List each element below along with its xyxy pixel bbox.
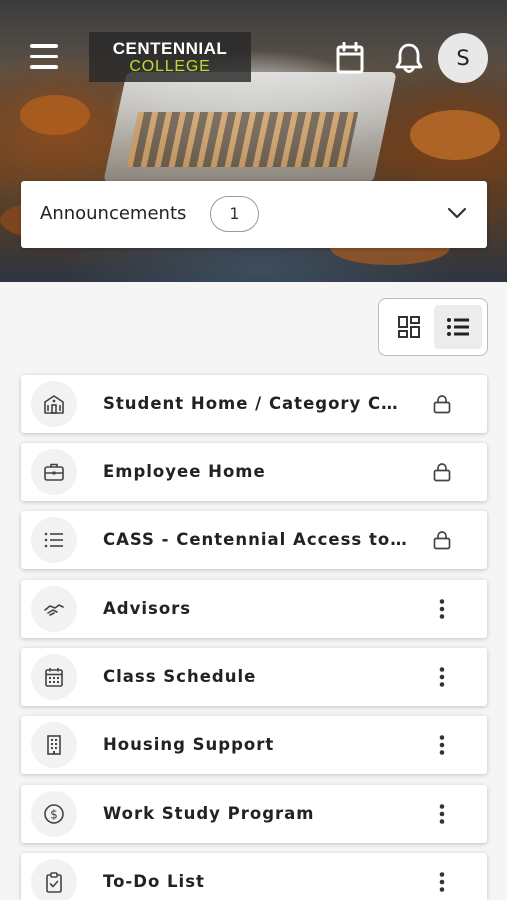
more-options-button[interactable] (425, 865, 459, 899)
card-icon-wrap (31, 859, 77, 900)
card-housing-support[interactable]: Housing Support (21, 716, 487, 774)
clipboard-icon (46, 872, 62, 893)
card-title: Class Schedule (103, 667, 257, 686)
more-options-button[interactable] (425, 660, 459, 694)
svg-text:$: $ (50, 808, 58, 822)
card-icon-wrap (31, 654, 77, 700)
menu-icon (30, 44, 60, 69)
card-title: Employee Home (103, 462, 266, 481)
briefcase-icon (44, 463, 64, 481)
lock-indicator (425, 523, 459, 557)
lock-indicator (425, 455, 459, 489)
card-icon-wrap (31, 722, 77, 768)
card-to-do-list[interactable]: To-Do List (21, 853, 487, 900)
user-avatar[interactable]: S (438, 33, 488, 83)
list-view-button[interactable] (434, 305, 482, 349)
card-title: CASS - Centennial Access to Student Serv… (103, 530, 409, 549)
announcements-count-badge: 1 (210, 196, 259, 232)
school-icon (44, 395, 64, 414)
calendar-icon (45, 668, 63, 687)
card-icon-wrap (31, 586, 77, 632)
card-title: To-Do List (103, 872, 205, 891)
dollar-icon: $ (44, 804, 64, 824)
card-title: Advisors (103, 599, 192, 618)
list-icon (44, 532, 63, 548)
logo-line1: CENTENNIAL (112, 39, 228, 58)
more-vertical-icon (439, 804, 445, 824)
list-view-icon (447, 318, 469, 336)
card-icon-wrap (31, 449, 77, 495)
card-icon-wrap (31, 517, 77, 563)
chevron-down-icon (447, 207, 467, 219)
notifications-button[interactable] (394, 42, 424, 74)
card-employee-home[interactable]: Employee Home (21, 443, 487, 501)
view-toggle (378, 298, 488, 356)
card-student-home[interactable]: Student Home / Category Card (21, 375, 487, 433)
announcements-label: Announcements (40, 203, 187, 224)
grid-view-button[interactable] (385, 305, 433, 349)
card-work-study-program[interactable]: $ Work Study Program (21, 785, 487, 843)
lock-icon (433, 531, 451, 550)
announcements-panel[interactable]: Announcements 1 (21, 181, 487, 248)
calendar-button[interactable] (336, 41, 364, 74)
grid-view-icon (398, 316, 420, 338)
card-advisors[interactable]: Advisors (21, 580, 487, 638)
more-vertical-icon (439, 872, 445, 892)
card-icon-wrap: $ (31, 791, 77, 837)
more-vertical-icon (439, 667, 445, 687)
handshake-icon (44, 604, 64, 616)
more-options-button[interactable] (425, 797, 459, 831)
card-title: Housing Support (103, 735, 275, 754)
lock-indicator (425, 387, 459, 421)
card-icon-wrap (31, 381, 77, 427)
top-bar: CENTENNIAL COLLEGE S (0, 0, 507, 120)
card-title: Student Home / Category Card (103, 394, 409, 413)
card-class-schedule[interactable]: Class Schedule (21, 648, 487, 706)
bell-icon (395, 43, 423, 73)
college-logo: CENTENNIAL COLLEGE (89, 32, 251, 82)
lock-icon (433, 463, 451, 482)
card-cass[interactable]: CASS - Centennial Access to Student Serv… (21, 511, 487, 569)
menu-button[interactable] (30, 44, 60, 72)
more-options-button[interactable] (425, 592, 459, 626)
lock-icon (433, 395, 451, 414)
card-title: Work Study Program (103, 804, 315, 823)
logo-line2: COLLEGE (129, 58, 211, 75)
more-options-button[interactable] (425, 728, 459, 762)
more-vertical-icon (439, 599, 445, 619)
calendar-icon (336, 41, 364, 74)
building-icon (47, 735, 61, 755)
more-vertical-icon (439, 735, 445, 755)
